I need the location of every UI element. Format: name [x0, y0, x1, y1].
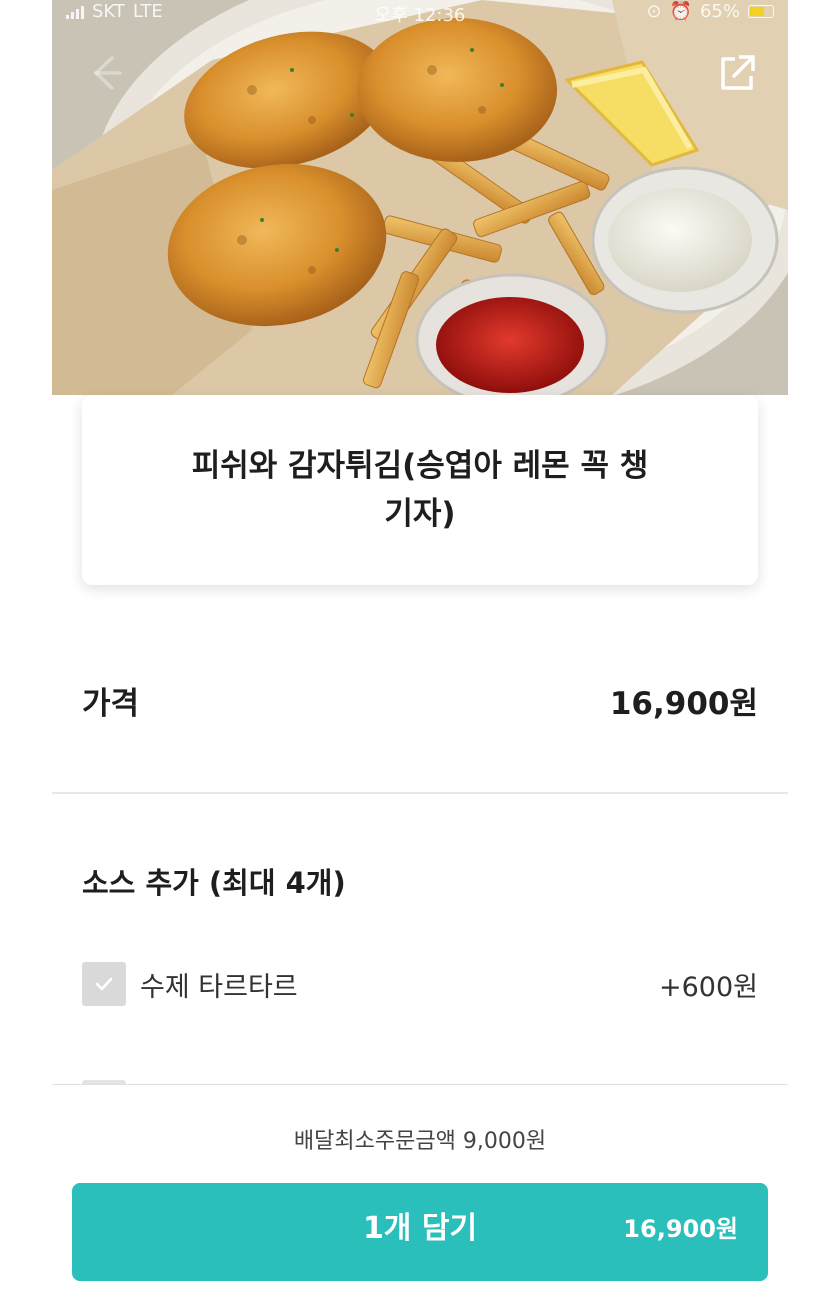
- divider: [52, 792, 788, 794]
- price-row: 가격 16,900원: [82, 672, 758, 728]
- battery-icon: [748, 5, 774, 18]
- menu-title: 피쉬와 감자튀김(승엽아 레몬 꼭 챙기자): [191, 448, 649, 532]
- price-value: 16,900원: [609, 685, 758, 722]
- status-right: ⊙ ⏰ 65%: [646, 1, 774, 22]
- check-icon: [95, 977, 113, 991]
- add-to-cart-button[interactable]: 1개 담기 16,900원: [72, 1183, 768, 1281]
- min-order-text: 배달최소주문금액 9,000원: [293, 1129, 547, 1154]
- back-button[interactable]: [82, 50, 128, 96]
- share-button[interactable]: [714, 50, 760, 96]
- sauce-option-tartar[interactable]: 수제 타르타르 +600원: [82, 958, 758, 1010]
- menu-photo: SKT LTE 오후 12:36 ⊙ ⏰ 65%: [52, 0, 788, 395]
- alarm-icon: ⏰: [669, 1, 692, 22]
- arrow-left-icon: [94, 56, 122, 90]
- cart-button-total: 16,900원: [623, 1215, 738, 1243]
- battery-level: [750, 7, 765, 16]
- menu-title-card: 피쉬와 감자튀김(승엽아 레몬 꼭 챙기자): [82, 395, 758, 585]
- battery-percent: 65%: [699, 1, 740, 22]
- sauce-section-title: 소스 추가 (최대 4개): [82, 866, 346, 900]
- option-price: +600원: [659, 971, 758, 1003]
- order-footer: 배달최소주문금액 9,000원 1개 담기 16,900원: [52, 1084, 788, 1292]
- app-screen: SKT LTE 오후 12:36 ⊙ ⏰ 65% 피쉬와 감자튀김(승엽아 레몬…: [52, 0, 788, 1292]
- option-label: 수제 타르타르: [140, 971, 298, 1003]
- share-icon: [721, 55, 755, 90]
- lock-rotation-icon: ⊙: [646, 1, 662, 22]
- price-label: 가격: [82, 685, 140, 722]
- option-checkbox[interactable]: [82, 962, 126, 1006]
- fish-and-chips-image: [52, 0, 788, 395]
- status-bar: SKT LTE 오후 12:36 ⊙ ⏰ 65%: [52, 0, 788, 26]
